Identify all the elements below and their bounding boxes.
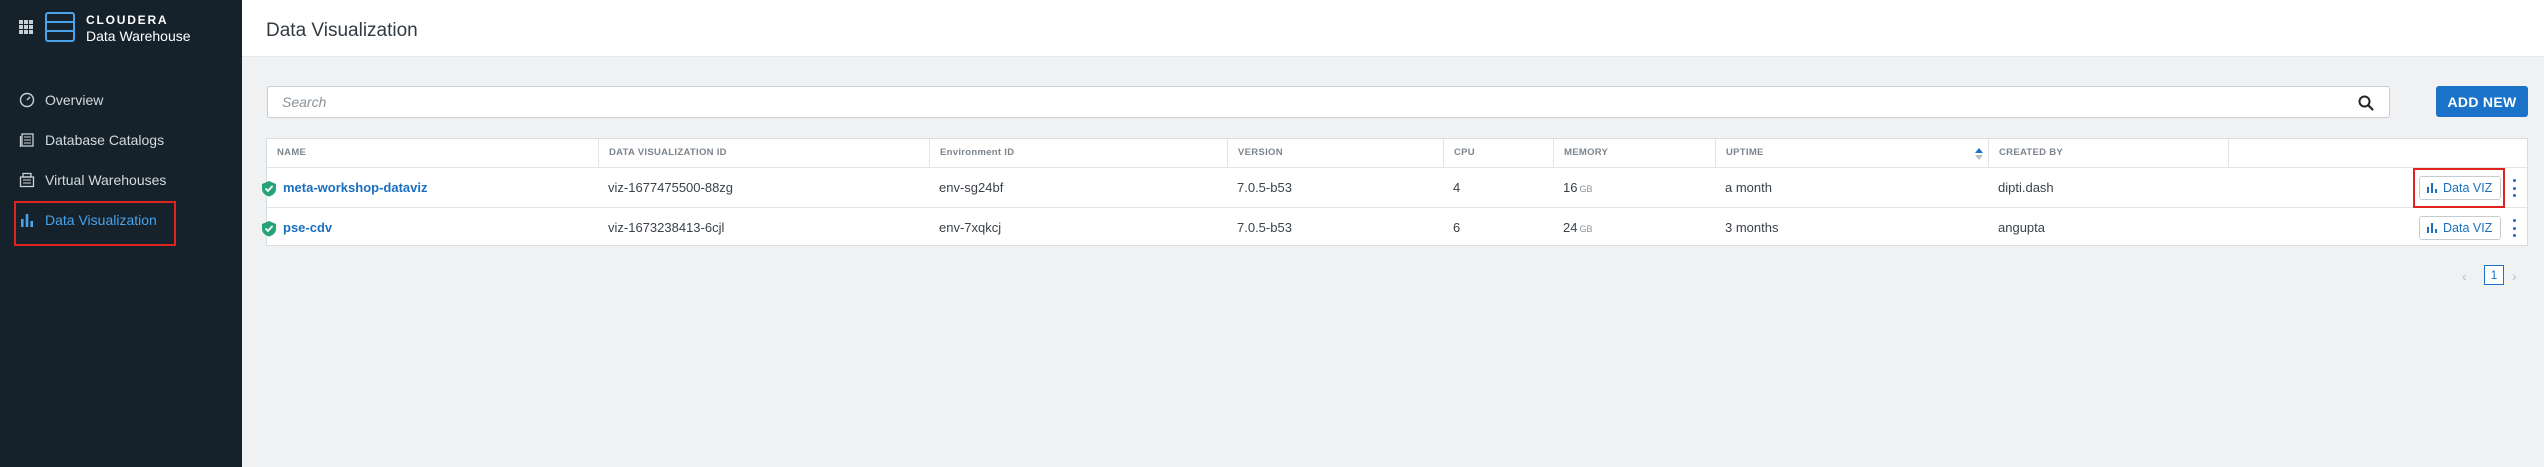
app-grid-icon[interactable] bbox=[19, 20, 33, 34]
row-dataviz-id: viz-1673238413-6cjl bbox=[608, 220, 725, 235]
column-header-memory[interactable]: MEMORY bbox=[1553, 139, 1715, 167]
row-memory: 16 GB bbox=[1553, 168, 1592, 208]
pagination-next-button[interactable]: › bbox=[2512, 268, 2517, 284]
sidebar: CLOUDERA Data Warehouse Overview Databas… bbox=[0, 0, 242, 467]
table-row: pse-cdv viz-1673238413-6cjl env-7xqkcj 7… bbox=[262, 207, 2527, 248]
memory-unit: GB bbox=[1579, 184, 1593, 194]
row-cpu: 6 bbox=[1453, 220, 1461, 235]
row-uptime: a month bbox=[1725, 180, 1772, 195]
brand-name: CLOUDERA bbox=[86, 13, 169, 27]
speedometer-icon bbox=[18, 91, 36, 109]
row-version: 7.0.5-b53 bbox=[1237, 180, 1292, 195]
sidebar-item-label: Database Catalogs bbox=[45, 132, 165, 148]
column-header-uptime[interactable]: UPTIME bbox=[1715, 139, 1988, 167]
column-header-cpu[interactable]: CPU bbox=[1443, 139, 1553, 167]
row-dataviz-id: viz-1677475500-88zg bbox=[608, 180, 734, 195]
row-uptime: 3 months bbox=[1725, 220, 1779, 235]
row-version: 7.0.5-b53 bbox=[1237, 220, 1292, 235]
column-header-created-by[interactable]: CREATED BY bbox=[1988, 139, 2228, 167]
cloudera-logo-icon bbox=[45, 12, 75, 42]
row-created-by: dipti.dash bbox=[1998, 180, 2054, 195]
sidebar-item-database-catalogs[interactable]: Database Catalogs bbox=[18, 129, 164, 151]
sort-icon[interactable] bbox=[1974, 147, 1984, 161]
brand: CLOUDERA Data Warehouse bbox=[86, 14, 191, 43]
more-actions-icon[interactable] bbox=[2510, 219, 2518, 237]
row-memory: 24 GB bbox=[1553, 208, 1592, 248]
database-catalog-icon bbox=[18, 131, 36, 149]
memory-value: 16 bbox=[1563, 180, 1578, 195]
row-created-by: angupta bbox=[1998, 220, 2045, 235]
pagination-prev-button[interactable]: ‹ bbox=[2462, 268, 2467, 284]
search-input[interactable] bbox=[282, 87, 2342, 117]
memory-unit: GB bbox=[1579, 224, 1593, 234]
search-icon[interactable] bbox=[2357, 94, 2375, 112]
column-header-version[interactable]: VERSION bbox=[1227, 139, 1443, 167]
search-box bbox=[267, 86, 2390, 118]
add-new-button[interactable]: ADD NEW bbox=[2436, 86, 2528, 117]
data-viz-button-label: Data VIZ bbox=[2443, 221, 2493, 235]
annotation-highlight-box bbox=[2413, 168, 2505, 208]
column-header-actions bbox=[2228, 139, 2527, 167]
data-visualization-table: NAME DATA VISUALIZATION ID Environment I… bbox=[262, 138, 2528, 248]
sidebar-item-label: Overview bbox=[45, 92, 104, 108]
pagination-page-button[interactable]: 1 bbox=[2484, 265, 2504, 285]
warehouse-icon bbox=[18, 171, 36, 189]
row-environment-id: env-7xqkcj bbox=[939, 220, 1002, 235]
product-name: Data Warehouse bbox=[86, 28, 191, 44]
data-viz-button[interactable]: Data VIZ bbox=[2419, 216, 2502, 240]
page-title: Data Visualization bbox=[266, 20, 418, 41]
more-actions-icon[interactable] bbox=[2510, 179, 2518, 197]
row-name-link[interactable]: meta-workshop-dataviz bbox=[267, 168, 427, 208]
memory-value: 24 bbox=[1563, 220, 1578, 235]
column-header-dataviz-id[interactable]: DATA VISUALIZATION ID bbox=[598, 139, 929, 167]
sidebar-item-overview[interactable]: Overview bbox=[18, 89, 103, 111]
sidebar-item-virtual-warehouses[interactable]: Virtual Warehouses bbox=[18, 169, 166, 191]
sidebar-item-label: Virtual Warehouses bbox=[45, 172, 167, 188]
page-header: Data Visualization bbox=[242, 0, 2544, 57]
table-row: meta-workshop-dataviz viz-1677475500-88z… bbox=[262, 167, 2527, 208]
annotation-highlight-box bbox=[14, 201, 176, 246]
row-cpu: 4 bbox=[1453, 180, 1461, 195]
row-environment-id: env-sg24bf bbox=[939, 180, 1004, 195]
bar-chart-icon bbox=[2427, 223, 2437, 233]
column-header-name[interactable]: NAME bbox=[267, 139, 598, 167]
column-header-environment-id[interactable]: Environment ID bbox=[929, 139, 1227, 167]
row-name-link[interactable]: pse-cdv bbox=[267, 208, 332, 248]
